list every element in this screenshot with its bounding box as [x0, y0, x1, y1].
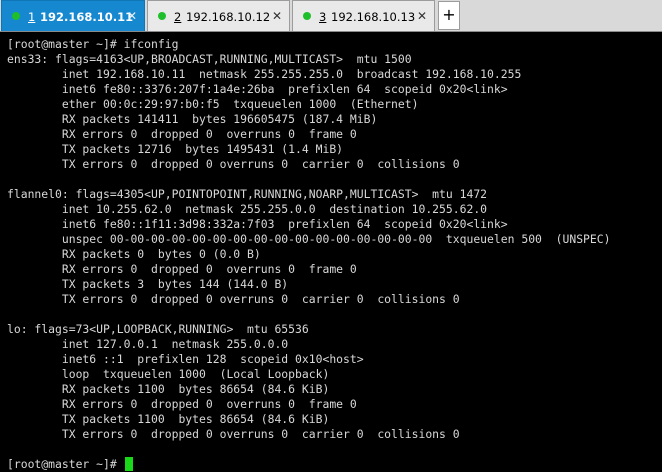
- terminal-output: [root@master ~]# ifconfig ens33: flags=41…: [7, 37, 610, 472]
- shell-prompt: [root@master ~]#: [7, 457, 124, 471]
- tab-number: 2: [174, 10, 182, 24]
- terminal-area[interactable]: [root@master ~]# ifconfig ens33: flags=41…: [0, 32, 662, 472]
- terminal-line: RX packets 141411 bytes 196605475 (187.4…: [7, 112, 378, 126]
- terminal-line: inet6 fe80::3376:207f:1a4e:26ba prefixle…: [7, 82, 508, 96]
- tab-label: 192.168.10.13: [331, 10, 416, 24]
- terminal-line: RX packets 0 bytes 0 (0.0 B): [7, 247, 261, 261]
- close-icon[interactable]: ✕: [272, 9, 282, 23]
- terminal-line: inet 192.168.10.11 netmask 255.255.255.0…: [7, 67, 522, 81]
- new-tab-button[interactable]: +: [438, 1, 460, 30]
- terminal-cursor: [124, 457, 133, 471]
- tab-number: 1: [28, 10, 36, 24]
- terminal-line: TX errors 0 dropped 0 overruns 0 carrier…: [7, 292, 460, 306]
- terminal-line: inet6 ::1 prefixlen 128 scopeid 0x10<hos…: [7, 352, 364, 366]
- tab-bar: 1 192.168.10.11 ✕ 2 192.168.10.12 ✕ 3 19…: [0, 0, 662, 32]
- terminal-line: TX errors 0 dropped 0 overruns 0 carrier…: [7, 157, 460, 171]
- terminal-line: ether 00:0c:29:97:b0:f5 txqueuelen 1000 …: [7, 97, 419, 111]
- status-dot-icon: [303, 12, 311, 20]
- close-icon[interactable]: ✕: [417, 9, 427, 23]
- terminal-line: RX errors 0 dropped 0 overruns 0 frame 0: [7, 262, 357, 276]
- tab-session-1[interactable]: 1 192.168.10.11 ✕: [1, 0, 145, 31]
- prompt-line: [root@master ~]#: [7, 457, 610, 472]
- terminal-line: TX packets 1100 bytes 86654 (84.6 KiB): [7, 412, 330, 426]
- tab-label: 192.168.10.11: [40, 10, 134, 24]
- terminal-line: unspec 00-00-00-00-00-00-00-00-00-00-00-…: [7, 232, 611, 246]
- terminal-line: inet6 fe80::1f11:3d98:332a:7f03 prefixle…: [7, 217, 508, 231]
- terminal-line: RX packets 1100 bytes 86654 (84.6 KiB): [7, 382, 330, 396]
- tab-label: 192.168.10.12: [186, 10, 271, 24]
- tab-session-3[interactable]: 3 192.168.10.13 ✕: [292, 0, 435, 31]
- terminal-line: TX errors 0 dropped 0 overruns 0 carrier…: [7, 427, 460, 441]
- terminal-line: loop txqueuelen 1000 (Local Loopback): [7, 367, 330, 381]
- terminal-line: lo: flags=73<UP,LOOPBACK,RUNNING> mtu 65…: [7, 322, 309, 336]
- status-dot-icon: [158, 12, 166, 20]
- terminal-line: ens33: flags=4163<UP,BROADCAST,RUNNING,M…: [7, 52, 412, 66]
- tab-session-2[interactable]: 2 192.168.10.12 ✕: [147, 0, 290, 31]
- terminal-line: inet 127.0.0.1 netmask 255.0.0.0: [7, 337, 289, 351]
- terminal-line: flannel0: flags=4305<UP,POINTOPOINT,RUNN…: [7, 187, 488, 201]
- terminal-line: inet 10.255.62.0 netmask 255.255.0.0 des…: [7, 202, 488, 216]
- status-dot-icon: [12, 12, 20, 20]
- terminal-line: RX errors 0 dropped 0 overruns 0 frame 0: [7, 397, 357, 411]
- tab-number: 3: [319, 10, 327, 24]
- terminal-line: RX errors 0 dropped 0 overruns 0 frame 0: [7, 127, 357, 141]
- close-icon[interactable]: ✕: [127, 9, 137, 23]
- terminal-line: TX packets 3 bytes 144 (144.0 B): [7, 277, 289, 291]
- terminal-line: TX packets 12716 bytes 1495431 (1.4 MiB): [7, 142, 344, 156]
- terminal-line: [root@master ~]# ifconfig: [7, 37, 179, 51]
